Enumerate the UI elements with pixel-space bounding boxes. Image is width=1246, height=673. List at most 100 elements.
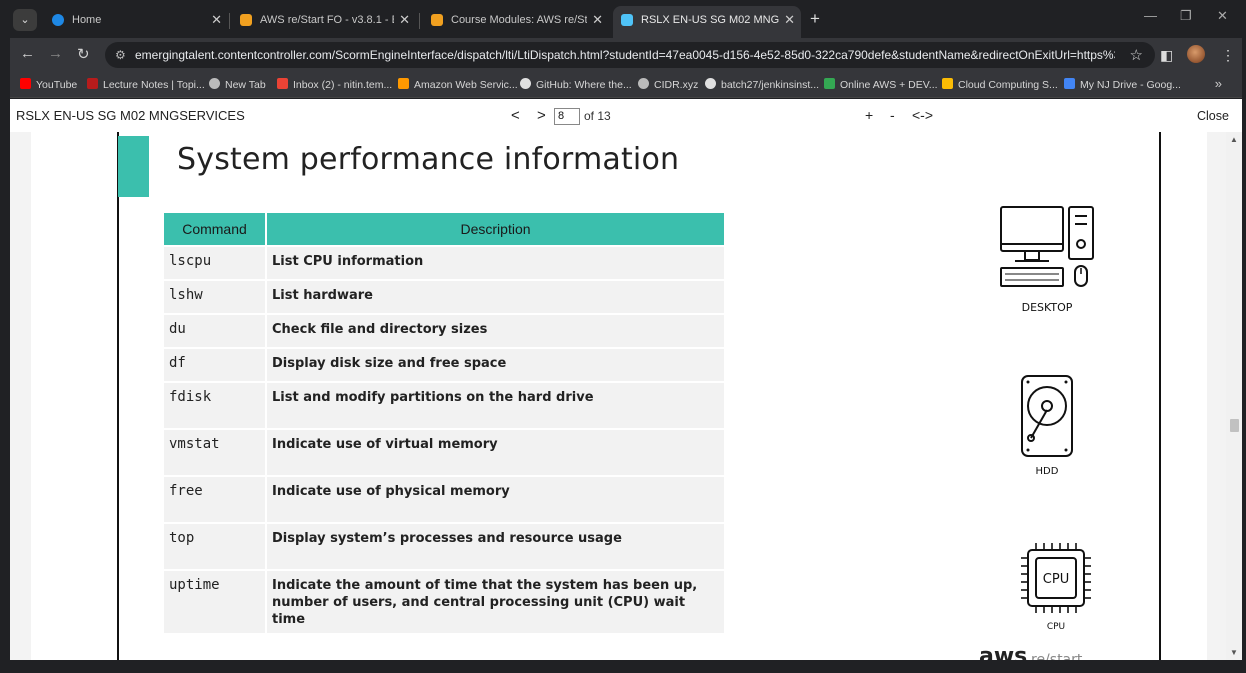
commands-table: Command Description lscpu List CPU infor… — [164, 211, 724, 635]
back-arrow-icon[interactable]: ← — [20, 45, 35, 62]
restart-logo-text: re/start — [1031, 652, 1083, 660]
sheets-icon — [824, 78, 835, 89]
next-page-button[interactable]: > — [537, 107, 546, 124]
browser-window: ⌄ Home ✕ AWS re/Start FO - v3.8.1 - EN -… — [10, 0, 1242, 660]
slide-border — [1159, 132, 1161, 660]
bookmark-cidr[interactable]: CIDR.xyz — [638, 72, 698, 98]
command-cell: free — [164, 477, 267, 522]
module-title: RSLX EN-US SG M02 MNGSERVICES — [16, 108, 245, 123]
slide-title: System performance information — [177, 142, 680, 177]
tab-label: RSLX EN-US SG M02 MNGSERV — [641, 14, 779, 26]
page-count: of 13 — [584, 109, 611, 123]
description-cell: Check file and directory sizes — [267, 315, 724, 347]
aws-logo: aws — [979, 644, 1028, 660]
bookmark-online-aws[interactable]: Online AWS + DEV... — [824, 72, 938, 98]
cpu-illustration: CPU CPU — [1018, 542, 1094, 632]
close-icon[interactable]: ✕ — [211, 7, 222, 33]
desktop-illustration: DESKTOP — [997, 204, 1097, 314]
page-number-input[interactable]: 8 — [554, 108, 580, 125]
bookmark-nj-drive[interactable]: My NJ Drive - Goog... — [1064, 72, 1181, 98]
drive-icon — [1064, 78, 1075, 89]
command-cell: du — [164, 315, 267, 347]
command-cell: lshw — [164, 281, 267, 313]
previous-page-button[interactable]: < — [511, 107, 520, 124]
forward-arrow-icon[interactable]: → — [48, 45, 63, 62]
close-button[interactable]: Close — [1197, 109, 1229, 123]
menu-kebab-icon[interactable]: ⋮ — [1221, 47, 1235, 64]
table-row: vmstat Indicate use of virtual memory — [164, 430, 724, 475]
drive-icon — [942, 78, 953, 89]
description-cell: Display disk size and free space — [267, 349, 724, 381]
bookmark-youtube[interactable]: YouTube — [20, 72, 77, 98]
bookmark-github[interactable]: GitHub: Where the... — [520, 72, 632, 98]
slide-content-area: System performance information Command D… — [10, 132, 1226, 660]
restore-icon[interactable]: ❐ — [1180, 8, 1192, 24]
more-bookmarks-icon[interactable]: » — [1215, 76, 1222, 91]
close-icon[interactable]: ✕ — [592, 7, 603, 33]
site-info-icon[interactable]: ⚙ — [115, 48, 129, 62]
table-row: df Display disk size and free space — [164, 349, 724, 381]
description-cell: Indicate use of virtual memory — [267, 430, 724, 475]
column-header-command: Command — [164, 213, 267, 245]
desktop-computer-icon — [1000, 206, 1094, 287]
table-row: top Display system’s processes and resou… — [164, 524, 724, 569]
url-text[interactable]: emergingtalent.contentcontroller.com/Sco… — [135, 42, 1115, 68]
side-panel-icon[interactable]: ◧ — [1160, 47, 1173, 64]
table-row: lscpu List CPU information — [164, 247, 724, 279]
tab-aws-restart-fo[interactable]: AWS re/Start FO - v3.8.1 - EN - ✕ — [232, 7, 416, 33]
tab-home[interactable]: Home ✕ — [44, 7, 228, 33]
mit-icon — [87, 78, 98, 89]
tab-label: AWS re/Start FO - v3.8.1 - EN - — [260, 14, 394, 26]
close-icon[interactable]: ✕ — [399, 7, 410, 33]
bookmark-inbox[interactable]: Inbox (2) - nitin.tem... — [277, 72, 392, 98]
zoom-in-button[interactable]: + — [865, 107, 873, 123]
hdd-caption: HDD — [1035, 466, 1059, 477]
scrollbar-thumb[interactable] — [1230, 419, 1239, 432]
hard-drive-icon — [1021, 375, 1073, 457]
reload-icon[interactable]: ↻ — [77, 45, 90, 63]
bookmark-lecture-notes[interactable]: Lecture Notes | Topi... — [87, 72, 205, 98]
new-tab-plus-icon[interactable]: + — [810, 9, 820, 29]
globe-icon — [638, 78, 649, 89]
scroll-up-arrow-icon[interactable]: ▲ — [1230, 135, 1238, 144]
globe-icon — [209, 78, 220, 89]
command-cell: vmstat — [164, 430, 267, 475]
column-header-description: Description — [267, 213, 724, 245]
github-icon — [520, 78, 531, 89]
slide: System performance information Command D… — [31, 132, 1207, 660]
vertical-scrollbar[interactable]: ▲ ▼ — [1226, 132, 1242, 660]
cpu-chip-label: CPU — [1043, 572, 1069, 587]
bookmark-aws[interactable]: Amazon Web Servic... — [398, 72, 518, 98]
canvas-icon — [431, 14, 443, 26]
tab-course-modules[interactable]: Course Modules: AWS re/Start I ✕ — [423, 7, 609, 33]
bookmark-cloud-computing[interactable]: Cloud Computing S... — [942, 72, 1058, 98]
command-cell: lscpu — [164, 247, 267, 279]
bookmark-new-tab[interactable]: New Tab — [209, 72, 266, 98]
minimize-icon[interactable]: — — [1144, 8, 1157, 23]
tab-rslx-active[interactable]: RSLX EN-US SG M02 MNGSERV ✕ — [613, 6, 801, 38]
github-icon — [705, 78, 716, 89]
scroll-down-arrow-icon[interactable]: ▼ — [1230, 648, 1238, 657]
fit-width-button[interactable]: <-> — [912, 107, 933, 123]
address-bar[interactable]: ⚙ emergingtalent.contentcontroller.com/S… — [105, 42, 1155, 68]
bookmarks-bar: YouTube Lecture Notes | Topi... New Tab … — [10, 72, 1242, 98]
tab-search-chevron-icon[interactable]: ⌄ — [13, 9, 37, 31]
tab-label: Home — [72, 14, 102, 26]
slide-viewer-bar: RSLX EN-US SG M02 MNGSERVICES < > 8 of 1… — [10, 99, 1242, 132]
table-row: uptime Indicate the amount of time that … — [164, 571, 724, 633]
wifi-icon — [621, 14, 633, 26]
bookmark-jenkins[interactable]: batch27/jenkinsinst... — [705, 72, 819, 98]
window-close-icon[interactable]: ✕ — [1217, 8, 1228, 24]
aws-cube-icon — [398, 78, 409, 89]
close-icon[interactable]: ✕ — [784, 6, 795, 34]
description-cell: Display system’s processes and resource … — [267, 524, 724, 569]
zoom-out-button[interactable]: - — [890, 107, 895, 123]
avatar[interactable] — [1187, 45, 1205, 63]
slide-border — [117, 132, 119, 660]
description-cell: Indicate the amount of time that the sys… — [267, 571, 724, 633]
description-cell: List hardware — [267, 281, 724, 313]
bookmark-star-icon[interactable]: ☆ — [1130, 46, 1143, 64]
desktop-caption: DESKTOP — [1021, 301, 1073, 314]
command-cell: top — [164, 524, 267, 569]
title-accent-bar — [118, 136, 149, 197]
